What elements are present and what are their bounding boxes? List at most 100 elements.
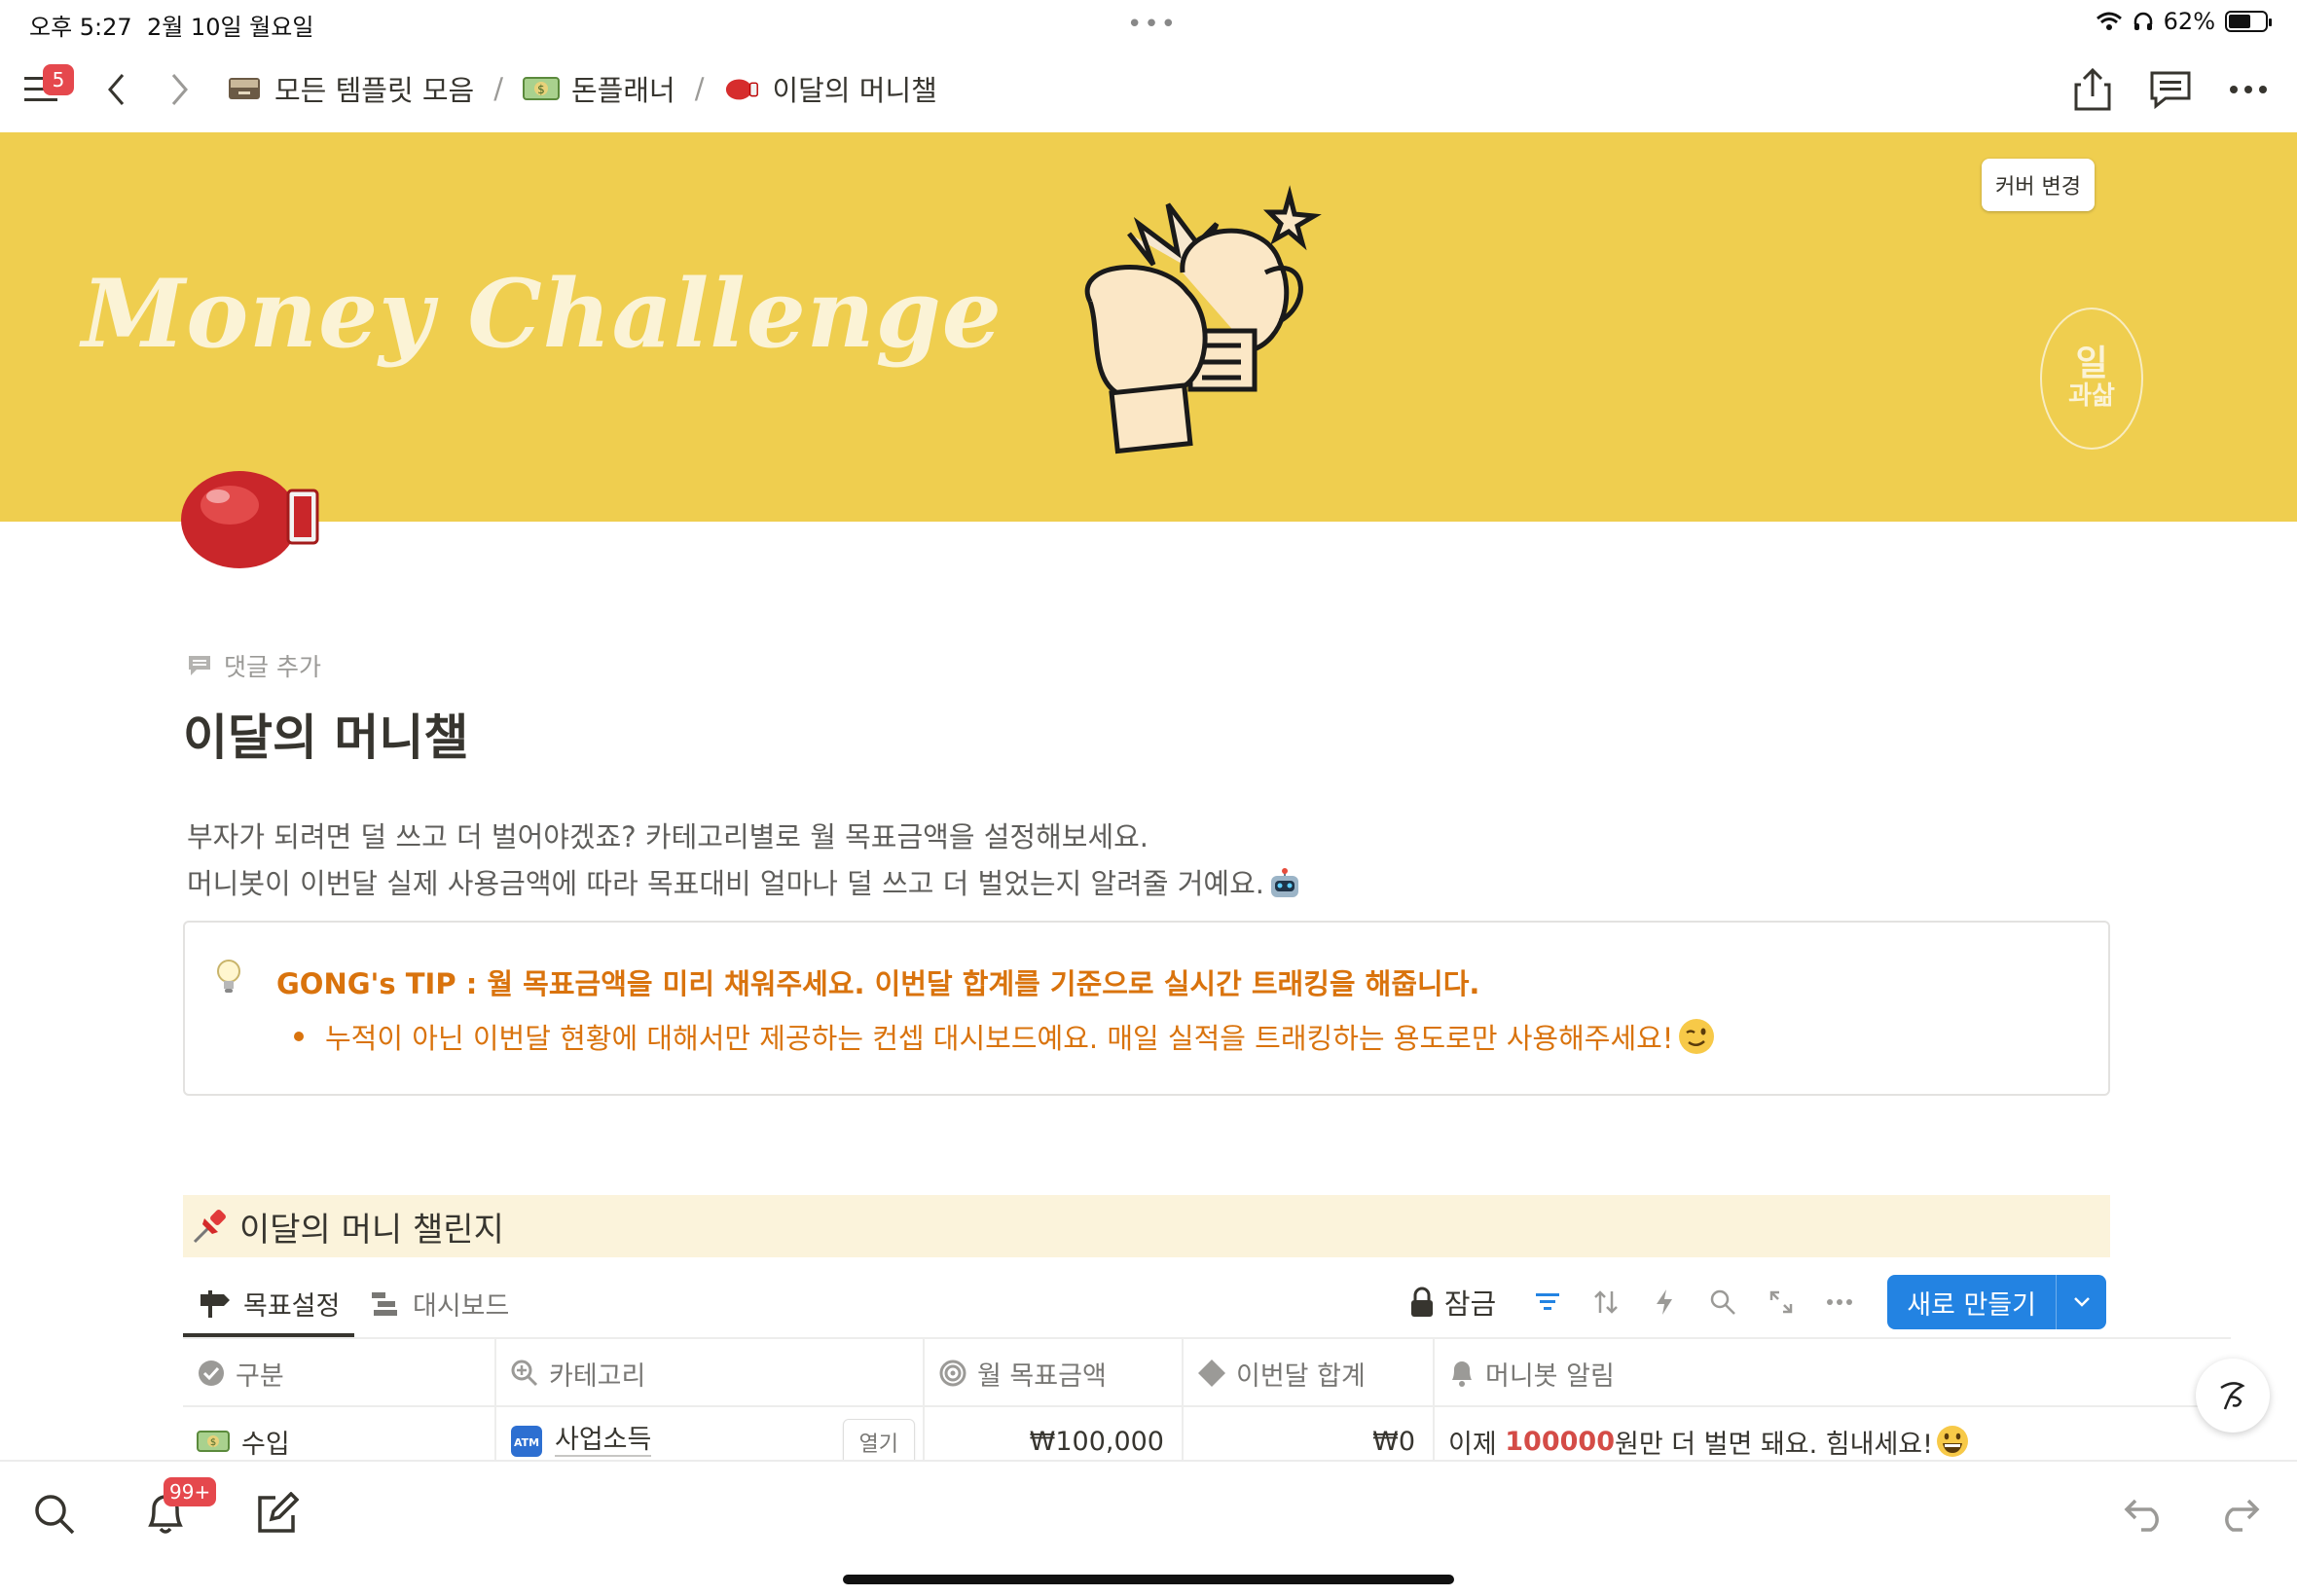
callout-title: GONG's TIP : 월 목표금액을 미리 채워주세요. 이번달 합계를 기…	[276, 967, 1480, 1000]
bottom-toolbar: 99+	[0, 1460, 2297, 1596]
undo-icon	[2124, 1499, 2159, 1532]
breadcrumb-item-money-planner[interactable]: $ 돈플래너	[522, 68, 675, 109]
section-title: 이달의 머니 챌린지	[239, 1210, 504, 1250]
search-tab-button[interactable]	[25, 1485, 84, 1543]
page-icon-boxing-glove[interactable]	[179, 461, 335, 578]
callout-bullet-item: 누적이 아닌 이번달 현황에 대해서만 제공하는 컨셉 대시보드예요. 매일 실…	[294, 1016, 1716, 1057]
column-header-monthly-target[interactable]: 월 목표금액	[925, 1339, 1184, 1407]
more-options-button[interactable]	[2219, 60, 2278, 119]
goal-table: 구분 카테고리 월 목표금액 이번달 합계 머니봇 알림 $ 수입 ATM 사업…	[183, 1339, 2231, 1475]
tab-label: 목표설정	[243, 1291, 341, 1322]
status-right: 62%	[2096, 8, 2272, 35]
column-header-label: 이번달 합계	[1236, 1360, 1366, 1392]
lock-button[interactable]: 잠금	[1409, 1282, 1496, 1323]
add-comment-label: 댓글 추가	[224, 653, 321, 681]
new-entry-button[interactable]: 새로 만들기	[1887, 1275, 2106, 1329]
back-button[interactable]	[88, 60, 146, 119]
forward-button[interactable]	[150, 60, 208, 119]
battery-percent: 62%	[2163, 8, 2215, 35]
dollar-banknote-icon: $	[197, 1431, 230, 1452]
database-view-bar: 목표설정 대시보드 잠금 새로 만들기	[183, 1271, 2231, 1339]
open-row-button[interactable]: 열기	[842, 1419, 915, 1466]
more-horizontal-icon	[1827, 1299, 1853, 1305]
add-comment-button[interactable]: 댓글 추가	[187, 648, 321, 683]
breadcrumb-item-templates[interactable]: 모든 템플릿 모음	[226, 68, 474, 109]
new-entry-dropdown[interactable]	[2056, 1275, 2106, 1329]
column-header-type[interactable]: 구분	[183, 1339, 496, 1407]
database-more-button[interactable]	[1821, 1284, 1858, 1321]
sort-icon	[1594, 1290, 1619, 1314]
callout-bullet-text: 누적이 아닌 이번달 현황에 대해서만 제공하는 컨셉 대시보드예요. 매일 실…	[325, 1022, 1674, 1055]
multitasking-dots[interactable]: •••	[1127, 10, 1178, 39]
search-icon	[35, 1495, 75, 1535]
category-relation-link[interactable]: 사업소득	[555, 1426, 652, 1457]
cover-title-text: Money Challenge	[82, 259, 1003, 369]
undo-button[interactable]	[2116, 1485, 2174, 1543]
new-page-tab-button[interactable]	[247, 1485, 306, 1543]
logo-text-bottom: 과삶	[2068, 381, 2115, 411]
bullet-dot	[294, 1032, 304, 1041]
time-text: 오후 5:27	[29, 14, 132, 41]
chevron-left-icon	[108, 74, 125, 105]
home-indicator[interactable]	[843, 1575, 1454, 1584]
page-title: 이달의 머니챌	[183, 709, 469, 766]
search-icon	[1710, 1289, 1736, 1315]
column-header-label: 카테고리	[549, 1360, 646, 1392]
alert-prefix: 이제	[1448, 1429, 1506, 1460]
tip-callout: GONG's TIP : 월 목표금액을 미리 채워주세요. 이번달 합계를 기…	[183, 921, 2110, 1096]
filter-button[interactable]	[1529, 1284, 1566, 1321]
atm-sign-icon: ATM	[511, 1426, 542, 1457]
status-time: 오후 5:27 2월 10일 월요일	[29, 8, 313, 42]
top-navigation: 5 모든 템플릿 모음 / $ 돈플래너 / 이달의 머니챌	[0, 49, 2297, 132]
column-header-category[interactable]: 카테고리	[496, 1339, 925, 1407]
tab-label: 대시보드	[413, 1291, 510, 1322]
boxing-gloves-illustration-icon	[1084, 185, 1322, 454]
search-button[interactable]	[1704, 1284, 1741, 1321]
type-value: 수입	[241, 1429, 290, 1460]
scribble-assistant-button[interactable]	[2196, 1359, 2270, 1433]
svg-text:$: $	[210, 1437, 216, 1448]
automation-button[interactable]	[1646, 1284, 1683, 1321]
date-text: 2월 10일 월요일	[146, 14, 314, 41]
lightning-icon	[1657, 1289, 1673, 1315]
breadcrumb-item-current[interactable]: 이달의 머니챌	[724, 68, 937, 109]
expand-button[interactable]	[1763, 1284, 1800, 1321]
breadcrumb-label: 이달의 머니챌	[772, 74, 937, 107]
status-bar: 오후 5:27 2월 10일 월요일 ••• 62%	[0, 0, 2297, 49]
tab-dashboard[interactable]: 대시보드	[370, 1285, 509, 1323]
scribble-icon	[2220, 1382, 2245, 1410]
description-line-2: 머니봇이 이번달 실제 사용금액에 따라 목표대비 얼마나 덜 쓰고 더 벌었는…	[187, 867, 1264, 900]
tab-goal-setting[interactable]: 목표설정	[199, 1285, 340, 1323]
section-heading: 이달의 머니 챌린지	[183, 1195, 2110, 1257]
expand-arrows-icon	[1769, 1290, 1793, 1314]
sidebar-notification-badge: 5	[43, 64, 74, 95]
comments-button[interactable]	[2141, 60, 2200, 119]
svg-text:ATM: ATM	[514, 1436, 539, 1449]
column-header-moneybot-alert[interactable]: 머니봇 알림	[1435, 1339, 2231, 1407]
wifi-icon	[2096, 12, 2122, 30]
column-header-label: 월 목표금액	[977, 1360, 1107, 1392]
alert-suffix: 원만 더 벌면 돼요. 힘내세요!	[1615, 1429, 1933, 1460]
battery-icon	[2225, 11, 2272, 32]
new-button-label: 새로 만들기	[1907, 1289, 2036, 1321]
signpost-icon	[201, 1289, 230, 1318]
page-cover: Money Challenge 커버 변경 일 과삶	[0, 132, 2297, 522]
svg-text:$: $	[537, 83, 545, 96]
battery-level	[2229, 15, 2251, 28]
column-header-label: 머니봇 알림	[1485, 1360, 1615, 1392]
boxing-glove-icon	[181, 471, 319, 568]
breadcrumb-label: 모든 템플릿 모음	[274, 74, 475, 107]
redo-button[interactable]	[2209, 1485, 2268, 1543]
database-toolbar: 잠금 새로 만들기	[1409, 1275, 2106, 1329]
column-header-month-total[interactable]: 이번달 합계	[1184, 1339, 1435, 1407]
comment-icon	[189, 656, 210, 675]
status-check-icon	[199, 1360, 224, 1386]
share-button[interactable]	[2063, 60, 2122, 119]
breadcrumb-separator: /	[493, 72, 503, 105]
sort-button[interactable]	[1587, 1284, 1624, 1321]
more-horizontal-icon	[2230, 86, 2267, 93]
lock-label: 잠금	[1443, 1288, 1497, 1321]
chevron-right-icon	[171, 74, 188, 105]
rollup-diamond-icon	[1198, 1360, 1225, 1387]
change-cover-button[interactable]: 커버 변경	[1982, 159, 2095, 211]
